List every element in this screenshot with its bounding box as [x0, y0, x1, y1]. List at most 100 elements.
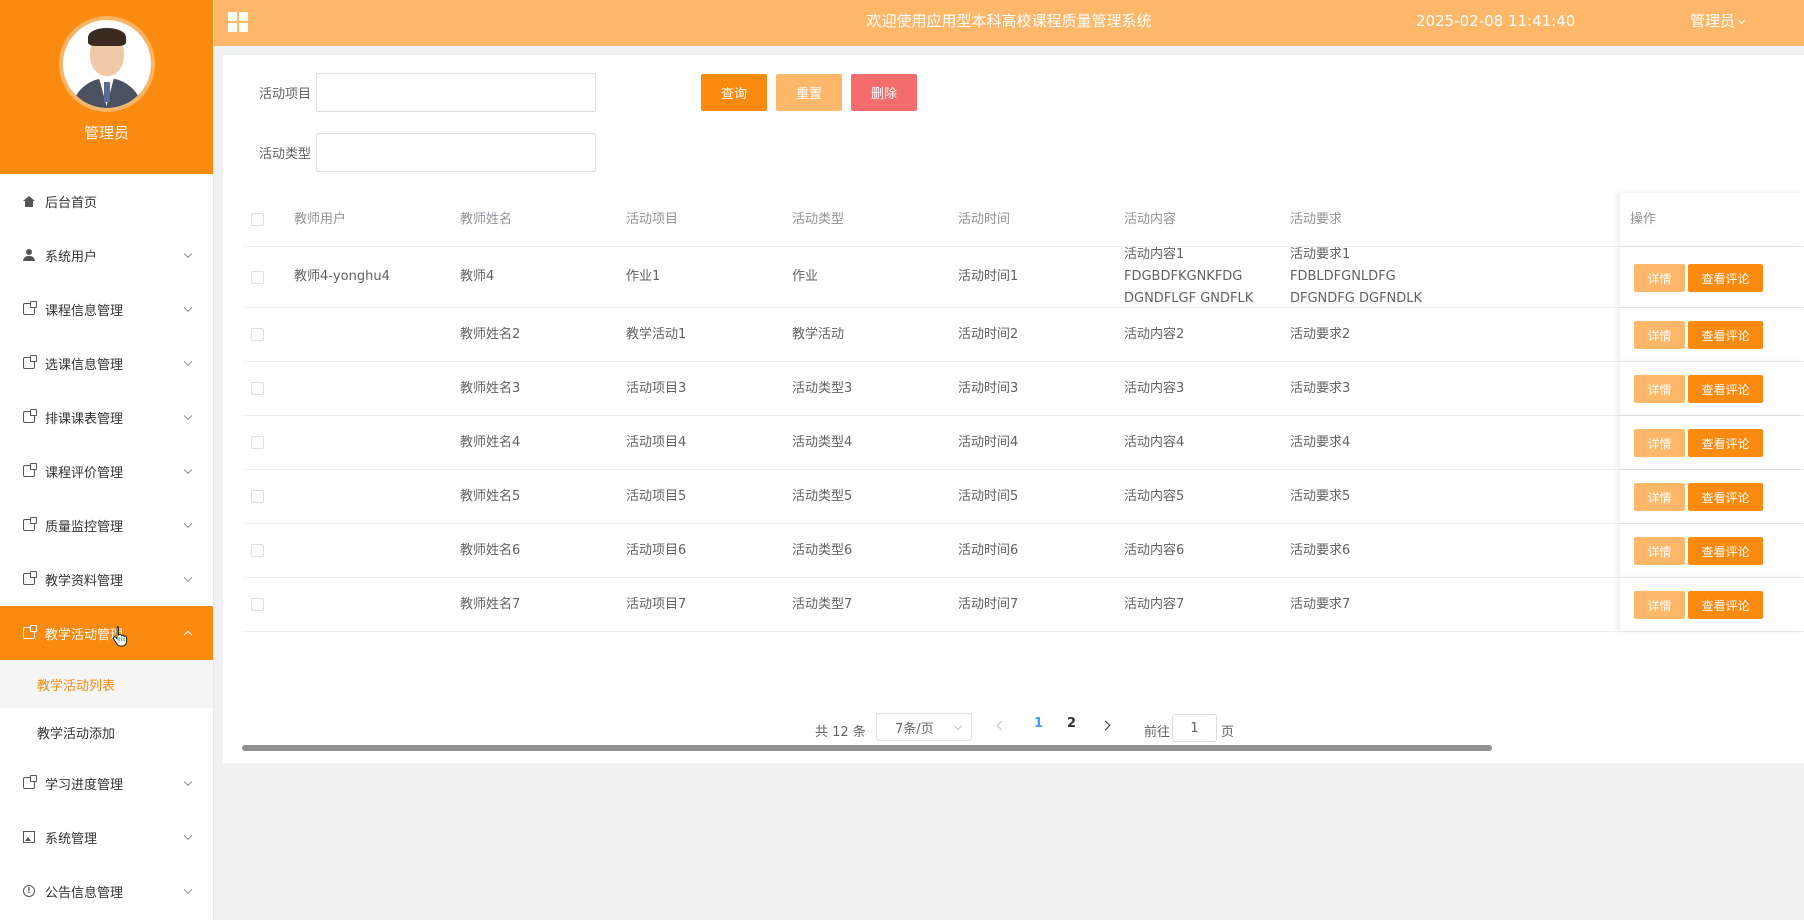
- column-header: 活动时间: [958, 211, 1011, 227]
- document-icon: [22, 301, 37, 316]
- chevron-down-icon: [183, 777, 193, 787]
- row-checkbox[interactable]: [251, 524, 264, 577]
- sidebar-menu: 后台首页 系统用户 课程信息管理 选课信息管理 排课课表管理 课程评价管理 质量监控管理 教学…: [0, 174, 213, 918]
- sidebar-item-4[interactable]: 排课课表管理: [0, 390, 213, 444]
- detail-button[interactable]: 详情: [1634, 264, 1685, 292]
- sidebar-item-label: 学习进度管理: [45, 777, 124, 793]
- table-cell: 活动要求6: [1290, 542, 1351, 558]
- sidebar-item-10[interactable]: 系统管理: [0, 810, 213, 864]
- reset-button[interactable]: 重置: [776, 74, 842, 111]
- detail-button[interactable]: 详情: [1634, 591, 1685, 619]
- table-cell: 教师姓名5: [460, 488, 521, 504]
- page-number-2[interactable]: 2: [1067, 716, 1076, 731]
- page-number-1[interactable]: 1: [1034, 716, 1043, 731]
- goto-page-input[interactable]: [1172, 714, 1217, 742]
- table-cell: 作业: [792, 269, 819, 284]
- sidebar-item-5[interactable]: 课程评价管理: [0, 444, 213, 498]
- table-cell: 活动项目7: [626, 596, 687, 612]
- chevron-down-icon: [183, 573, 193, 583]
- sidebar-item-2[interactable]: 课程信息管理: [0, 282, 213, 336]
- page-size-select[interactable]: 7条/页: [876, 713, 972, 741]
- detail-button[interactable]: 详情: [1634, 537, 1685, 565]
- project-label: 活动项目: [259, 87, 312, 102]
- table-cell: [294, 416, 454, 469]
- query-button[interactable]: 查询: [701, 74, 767, 111]
- select-all-checkbox[interactable]: [251, 193, 264, 246]
- submenu-item-0[interactable]: 教学活动列表: [0, 660, 213, 708]
- horizontal-scrollbar[interactable]: [242, 745, 1492, 751]
- type-input[interactable]: [316, 133, 596, 172]
- row-checkbox[interactable]: [251, 362, 264, 415]
- table-cell: 活动内容3: [1124, 380, 1185, 396]
- view-comments-button[interactable]: 查看评论: [1688, 483, 1763, 511]
- row-checkbox[interactable]: [251, 247, 264, 307]
- top-header: 欢迎使用应用型本科高校课程质量管理系统 2025-02-08 11:41:40 …: [214, 0, 1804, 46]
- chevron-down-icon: [183, 357, 193, 367]
- table-cell: 活动要求3: [1290, 380, 1351, 396]
- detail-button[interactable]: 详情: [1634, 375, 1685, 403]
- detail-button[interactable]: 详情: [1634, 429, 1685, 457]
- detail-button[interactable]: 详情: [1634, 483, 1685, 511]
- operations-cell: 详情 查看评论: [1620, 362, 1804, 415]
- column-header: 活动内容: [1124, 211, 1177, 227]
- submenu-item-1[interactable]: 教学活动添加: [0, 708, 213, 756]
- chevron-down-icon: [953, 721, 963, 731]
- row-checkbox[interactable]: [251, 308, 264, 361]
- page-size-value: 7条/页: [895, 721, 934, 737]
- user-dropdown[interactable]: 管理员: [1690, 0, 1746, 43]
- goto-label: 前往: [1144, 724, 1171, 740]
- view-comments-button[interactable]: 查看评论: [1688, 375, 1763, 403]
- table-cell: 活动内容6: [1124, 542, 1185, 558]
- view-comments-button[interactable]: 查看评论: [1688, 537, 1763, 565]
- delete-button[interactable]: 删除: [851, 74, 917, 111]
- column-header: 活动类型: [792, 211, 845, 227]
- project-input[interactable]: [316, 73, 596, 112]
- table-cell: 教师姓名4: [460, 434, 521, 450]
- menu-toggle-icon[interactable]: [228, 12, 248, 32]
- picture-icon: [22, 830, 36, 844]
- table-cell: [294, 524, 454, 577]
- sidebar-item-8[interactable]: 教学活动管理: [0, 606, 213, 660]
- view-comments-button[interactable]: 查看评论: [1688, 264, 1763, 292]
- avatar[interactable]: [58, 16, 155, 112]
- sidebar-item-11[interactable]: ! 公告信息管理: [0, 864, 213, 918]
- table-cell: 活动内容2: [1124, 326, 1185, 342]
- table-row: 教师姓名3 活动项目3 活动类型3 活动时间3 活动内容3 活动要求3 详情 查看评论: [242, 362, 1804, 416]
- sidebar-item-0[interactable]: 后台首页: [0, 174, 213, 228]
- sidebar-item-7[interactable]: 教学资料管理: [0, 552, 213, 606]
- chevron-down-icon: [183, 831, 193, 841]
- operations-cell: 详情 查看评论: [1620, 308, 1804, 361]
- table-cell: [294, 362, 454, 415]
- table-cell: 活动内容1 FDGBDFKGNKFDG DGNDFLGF GNDFLK: [1124, 247, 1254, 306]
- view-comments-button[interactable]: 查看评论: [1688, 591, 1763, 619]
- table-cell: 教师姓名3: [460, 380, 521, 396]
- table-cell: 活动要求7: [1290, 596, 1351, 612]
- sidebar-item-9[interactable]: 学习进度管理: [0, 756, 213, 810]
- view-comments-button[interactable]: 查看评论: [1688, 429, 1763, 457]
- profile-panel: 管理员: [0, 0, 213, 174]
- document-icon: [22, 625, 37, 640]
- row-checkbox[interactable]: [251, 416, 264, 469]
- table-cell: 教师4: [460, 269, 495, 284]
- sidebar-item-1[interactable]: 系统用户: [0, 228, 213, 282]
- document-icon: [22, 775, 37, 790]
- sidebar-item-6[interactable]: 质量监控管理: [0, 498, 213, 552]
- row-checkbox[interactable]: [251, 470, 264, 523]
- document-icon: [22, 409, 37, 424]
- operations-cell: 详情 查看评论: [1620, 524, 1804, 577]
- table-cell: [294, 578, 454, 631]
- table-row: 教师姓名6 活动项目6 活动类型6 活动时间6 活动内容6 活动要求6 详情 查看评论: [242, 524, 1804, 578]
- table-cell: 教学活动: [792, 326, 845, 342]
- table-cell: 活动时间6: [958, 542, 1019, 558]
- chevron-up-icon: [183, 630, 193, 640]
- sidebar-item-3[interactable]: 选课信息管理: [0, 336, 213, 390]
- row-checkbox[interactable]: [251, 578, 264, 631]
- chevron-down-icon: [183, 249, 193, 259]
- detail-button[interactable]: 详情: [1634, 321, 1685, 349]
- hand-cursor-icon: [112, 626, 127, 647]
- table-cell: 活动时间7: [958, 596, 1019, 612]
- operations-header-cell: 操作: [1620, 193, 1804, 246]
- view-comments-button[interactable]: 查看评论: [1688, 321, 1763, 349]
- profile-name: 管理员: [83, 124, 129, 142]
- sidebar-item-label: 后台首页: [45, 195, 98, 211]
